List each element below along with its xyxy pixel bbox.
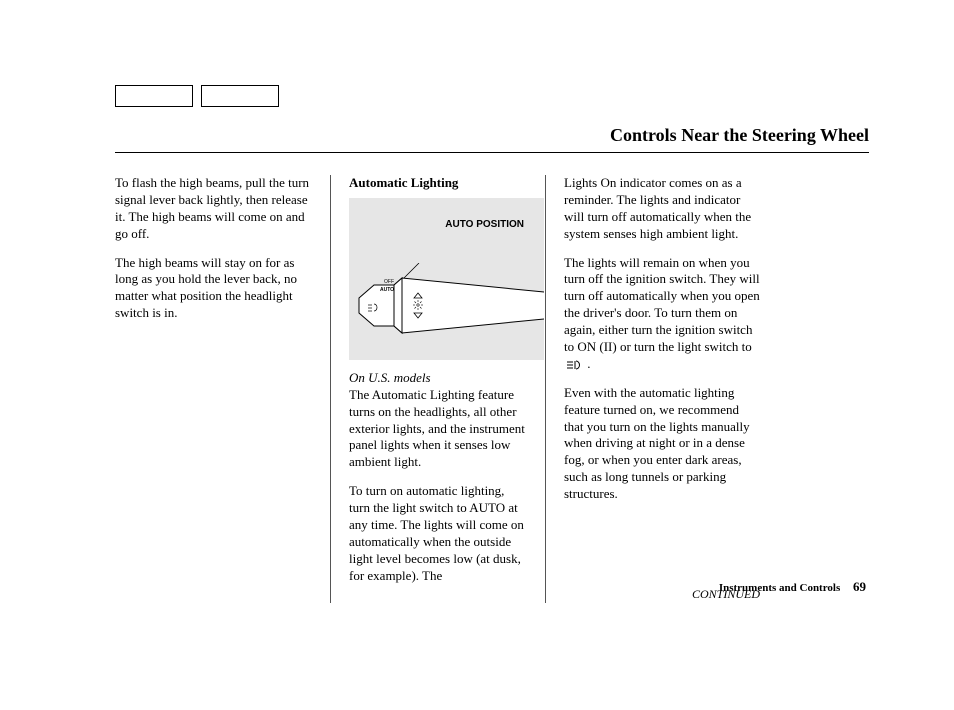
- placeholder-box: [201, 85, 279, 107]
- headlight-icon: [564, 360, 584, 370]
- body-text: The lights will remain on when you turn …: [564, 255, 760, 373]
- page-footer: Instruments and Controls 69: [719, 579, 866, 595]
- svg-text:AUTO: AUTO: [380, 287, 394, 293]
- section-subheading: Automatic Lighting: [349, 175, 527, 192]
- column-1: To flash the high beams, pull the turn s…: [115, 175, 330, 603]
- body-text: The high beams will stay on for as long …: [115, 255, 312, 323]
- placeholder-box: [115, 85, 193, 107]
- page-number: 69: [853, 579, 866, 594]
- page-container: Controls Near the Steering Wheel To flas…: [0, 0, 954, 603]
- top-placeholder-boxes: [115, 85, 869, 107]
- content-columns: To flash the high beams, pull the turn s…: [115, 175, 869, 603]
- column-3: Lights On indicator comes on as a remind…: [545, 175, 760, 603]
- svg-text:OFF: OFF: [384, 279, 394, 285]
- diagram-label: AUTO POSITION: [445, 218, 524, 231]
- body-text: The Automatic Lighting feature turns on …: [349, 387, 525, 470]
- model-note: On U.S. models: [349, 370, 431, 385]
- footer-section: Instruments and Controls: [719, 582, 840, 594]
- body-text: To turn on automatic lighting, turn the …: [349, 483, 527, 584]
- body-text: On U.S. models The Automatic Lighting fea…: [349, 370, 527, 471]
- column-2: Automatic Lighting AUTO POSITION OFF AUT…: [330, 175, 545, 603]
- body-text: Lights On indicator comes on as a remind…: [564, 175, 760, 243]
- body-text: Even with the automatic lighting feature…: [564, 385, 760, 503]
- heading-row: Controls Near the Steering Wheel: [115, 125, 869, 153]
- lever-diagram: AUTO POSITION OFF AUTO: [349, 198, 544, 360]
- page-title: Controls Near the Steering Wheel: [610, 125, 869, 146]
- lever-illustration: OFF AUTO: [354, 263, 544, 353]
- body-text: To flash the high beams, pull the turn s…: [115, 175, 312, 243]
